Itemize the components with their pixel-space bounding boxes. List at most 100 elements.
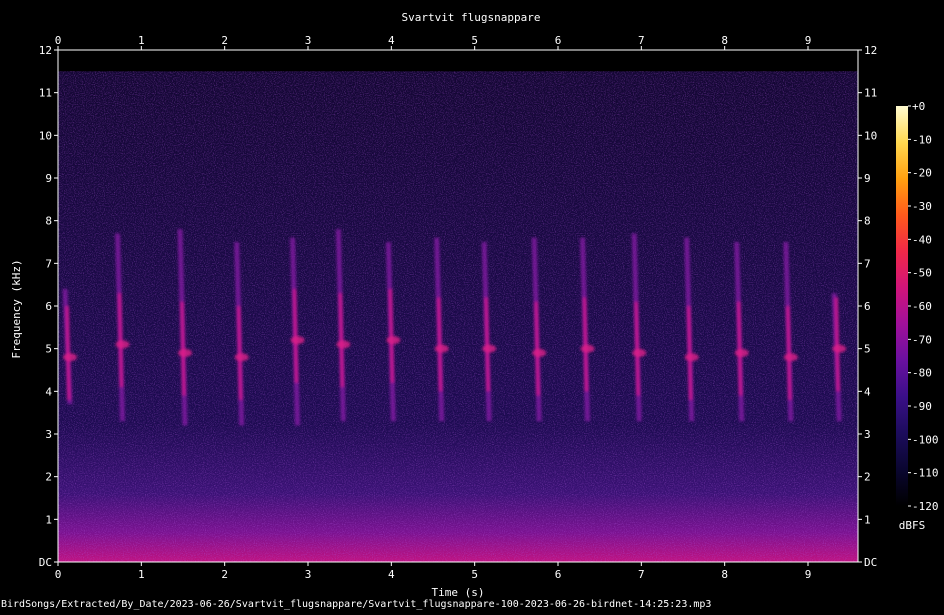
call-peak <box>632 348 647 357</box>
x-tick-label: 9 <box>805 34 812 47</box>
file-path: BirdSongs/Extracted/By_Date/2023-06-26/S… <box>1 599 711 610</box>
y-tick-label: 12 <box>864 44 877 57</box>
y-tick-label: 3 <box>45 428 52 441</box>
colorbar-tick-label: -10 <box>912 133 932 146</box>
call-core <box>236 305 243 400</box>
x-tick-label: 0 <box>55 34 62 47</box>
x-tick-label: 8 <box>721 34 728 47</box>
colorbar-tick-label: -50 <box>912 267 932 280</box>
call-peak <box>234 353 249 362</box>
chart-title: Svartvit flugsnappare <box>401 11 540 24</box>
call-peak <box>336 340 351 349</box>
call-core <box>534 301 541 396</box>
call-core <box>436 297 443 392</box>
y-tick-label: 10 <box>39 129 52 142</box>
x-tick-label: 3 <box>305 568 312 581</box>
call-core <box>117 293 124 388</box>
y-tick-label: 4 <box>45 385 52 398</box>
y-tick-label: 9 <box>45 172 52 185</box>
y-tick-label: 5 <box>45 343 52 356</box>
call-peak <box>63 353 77 362</box>
x-tick-label: 5 <box>471 568 478 581</box>
colorbar-gradient <box>896 106 908 506</box>
call-peak <box>115 340 130 349</box>
y-tick-label: 4 <box>864 385 871 398</box>
y-tick-label: 7 <box>45 257 52 270</box>
y-tick-label: 12 <box>39 44 52 57</box>
call-peak <box>532 348 547 357</box>
call-core <box>338 293 345 388</box>
y-tick-label: 8 <box>864 215 871 228</box>
colorbar-tick-label: -60 <box>912 300 932 313</box>
y-axis-label: Frequency (kHz) <box>10 259 23 358</box>
colorbar-tick-label: -70 <box>912 333 932 346</box>
call-core <box>785 305 792 400</box>
call-peak <box>832 344 847 353</box>
spectrogram-plot-area <box>57 49 859 563</box>
x-tick-label: 6 <box>555 568 562 581</box>
call-peak <box>734 348 749 357</box>
x-tick-label: 4 <box>388 568 395 581</box>
spectrogram-figure: Svartvit flugsnappare 0123456789 0123456… <box>0 0 944 611</box>
y-tick-label: 1 <box>864 513 871 526</box>
x-tick-label: 7 <box>638 568 645 581</box>
x-tick-label: 7 <box>638 34 645 47</box>
x-axis-top: 0 1 2 3 4 5 6 7 8 9 <box>55 34 812 50</box>
y-tick-label: 11 <box>864 87 877 100</box>
call-peak <box>684 353 699 362</box>
y-tick-label: 10 <box>864 129 877 142</box>
spectrogram-chart: Svartvit flugsnappare 0123456789 0123456… <box>1 11 939 610</box>
x-tick-label: 1 <box>138 34 145 47</box>
call-core <box>484 297 491 392</box>
colorbar-tick-label: -90 <box>912 400 932 413</box>
x-tick-label: 9 <box>805 568 812 581</box>
y-tick-label: 8 <box>45 215 52 228</box>
y-tick-label: 2 <box>864 471 871 484</box>
colorbar-tick-label: -80 <box>912 367 932 380</box>
colorbar-tick-label: -40 <box>912 233 932 246</box>
colorbar-tick-label: -30 <box>912 200 932 213</box>
x-tick-label: 6 <box>555 34 562 47</box>
x-tick-label: 3 <box>305 34 312 47</box>
call-core <box>686 305 693 400</box>
call-peak <box>783 353 798 362</box>
y-axis-left: DC123456789101112 <box>39 44 58 569</box>
x-tick-label: 1 <box>138 568 145 581</box>
call-peak <box>178 348 192 357</box>
y-axis-right: DC123456789101112 <box>858 44 877 569</box>
y-tick-label: 3 <box>864 428 871 441</box>
colorbar-tick-label: +0 <box>912 100 925 113</box>
y-tick-label: 6 <box>864 300 871 313</box>
y-tick-label: 7 <box>864 257 871 270</box>
x-axis-bottom: 0 1 2 3 4 5 6 7 8 9 <box>55 562 812 581</box>
call-core <box>834 297 841 392</box>
x-tick-label: 2 <box>221 568 228 581</box>
x-tick-label: 0 <box>55 568 62 581</box>
call-peak <box>580 344 595 353</box>
colorbar-tick-label: -120 <box>912 500 939 513</box>
x-tick-label: 8 <box>721 568 728 581</box>
x-axis-label: Time (s) <box>432 586 485 599</box>
y-tick-label: 5 <box>864 343 871 356</box>
colorbar-ticks: +0 -10 -20 -30 -40 -50 -60 -70 -80 -90 -100 -110 -12… <box>908 100 939 513</box>
colorbar-tick-label: -110 <box>912 467 939 480</box>
y-tick-label: 2 <box>45 471 52 484</box>
y-tick-label: DC <box>39 556 52 569</box>
x-tick-label: 5 <box>471 34 478 47</box>
call-core <box>292 288 299 383</box>
colorbar-tick-label: -20 <box>912 167 932 180</box>
call-peak <box>290 336 305 345</box>
call-core <box>634 301 641 396</box>
x-tick-label: 2 <box>221 34 228 47</box>
colorbar-tick-label: -100 <box>912 433 939 446</box>
call-peak <box>386 336 401 345</box>
call-core <box>65 305 71 400</box>
y-tick-label: 11 <box>39 87 52 100</box>
colorbar-label: dBFS <box>899 519 926 532</box>
call-core <box>582 297 589 392</box>
x-tick-label: 4 <box>388 34 395 47</box>
y-tick-label: 1 <box>45 513 52 526</box>
y-tick-label: 9 <box>864 172 871 185</box>
call-peak <box>434 344 449 353</box>
colorbar: +0 -10 -20 -30 -40 -50 -60 -70 -80 -90 -100 -110 -12… <box>896 100 939 532</box>
